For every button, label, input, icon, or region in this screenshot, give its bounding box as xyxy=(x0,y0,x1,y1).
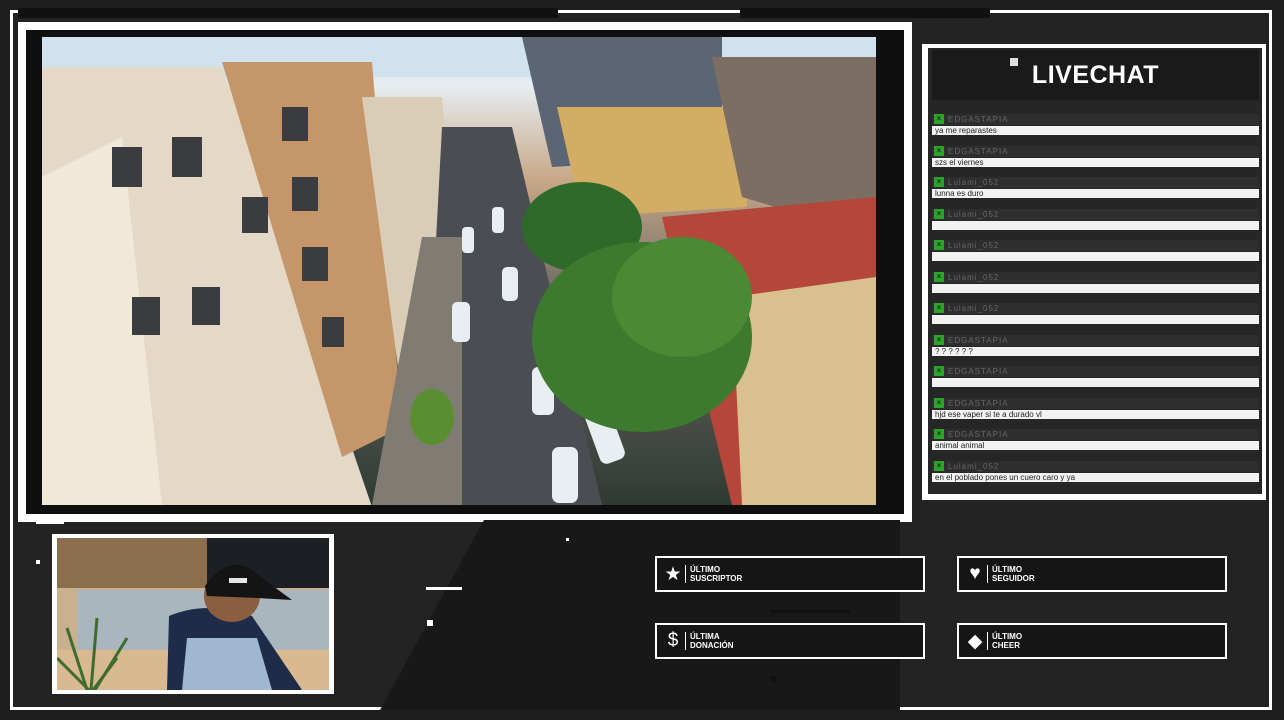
chat-message-list[interactable]: EDGASTAPIA × ya me reparastes EDGASTAPIA × sz… xyxy=(932,104,1259,492)
user-badge-icon: × xyxy=(934,366,944,376)
widget-label-line2: SUSCRIPTOR xyxy=(690,574,743,583)
chat-username[interactable]: EDGASTAPIA xyxy=(932,145,1259,157)
chat-username[interactable]: EDGASTAPIA xyxy=(932,114,1259,125)
chat-message: Lulami_052 × xyxy=(932,262,1259,294)
widget-separator xyxy=(685,565,686,583)
gameplay-video xyxy=(42,37,876,505)
user-badge-icon: × xyxy=(934,460,944,471)
decor-dot xyxy=(36,560,40,564)
user-badge-icon: × xyxy=(934,114,944,124)
chat-message: EDGASTAPIA × xyxy=(932,356,1259,388)
user-badge-icon: × xyxy=(934,397,944,408)
chat-message-text: lunna es duro xyxy=(932,189,1259,198)
chat-message-text xyxy=(932,283,1259,293)
chat-message-text xyxy=(932,315,1259,324)
user-badge-icon: × xyxy=(934,208,944,219)
chat-username[interactable]: Lulami_052 xyxy=(932,303,1259,314)
chat-message: Lulami_052 × en el poblado pones un cuero … xyxy=(932,451,1259,483)
chat-message: EDGASTAPIA × ya me reparastes xyxy=(932,104,1259,136)
chat-message: Lulami_052 × xyxy=(932,293,1259,325)
webcam-feed xyxy=(57,538,329,690)
streamer-webcam-image xyxy=(57,538,329,690)
chat-message: Lulami_052 × lunna es duro xyxy=(932,167,1259,199)
last-donation-widget: $ ÚLTIMA DONACIÓN xyxy=(655,623,925,659)
widget-label-line1: ÚLTIMO xyxy=(992,632,1023,641)
chat-username[interactable]: Lulami_052 xyxy=(932,271,1259,283)
chat-message: Lulami_052 × xyxy=(932,199,1259,231)
top-decor-bar xyxy=(740,8,990,18)
aerial-city-scene xyxy=(42,37,876,505)
widget-label-line2: SEGUIDOR xyxy=(992,574,1035,583)
decor-line xyxy=(426,587,462,590)
widget-label-line1: ÚLTIMO xyxy=(690,565,721,574)
chat-title: LIVECHAT xyxy=(1031,60,1160,89)
user-badge-icon: × xyxy=(934,240,944,250)
chat-message-text xyxy=(932,378,1259,387)
chat-username[interactable]: Lulami_052 xyxy=(932,460,1259,472)
chat-username[interactable]: EDGASTAPIA xyxy=(932,397,1259,409)
user-badge-icon: × xyxy=(934,145,944,156)
user-badge-icon: × xyxy=(934,271,944,282)
decor-dot xyxy=(427,620,433,626)
chat-message-text: szs el viernes xyxy=(932,157,1259,167)
chat-message-text: ya me reparastes xyxy=(932,126,1259,135)
chat-username[interactable]: Lulami_052 xyxy=(932,208,1259,220)
chat-message: Lulami_052 × xyxy=(932,230,1259,262)
decor-dot xyxy=(770,676,776,682)
top-decor-bar xyxy=(18,8,558,18)
chat-username[interactable]: Lulami_052 xyxy=(932,240,1259,251)
chat-message-text xyxy=(932,220,1259,230)
chat-message-text xyxy=(932,252,1259,261)
chat-header: LIVECHAT xyxy=(932,50,1259,100)
widget-separator xyxy=(987,565,988,583)
chat-username[interactable]: EDGASTAPIA xyxy=(932,429,1259,440)
chat-message: EDGASTAPIA × hjd ese vaper si te a durado … xyxy=(932,388,1259,420)
last-cheer-widget: ◆ ÚLTIMO CHEER xyxy=(957,623,1227,659)
last-follower-widget: ♥ ÚLTIMO SEGUIDOR xyxy=(957,556,1227,592)
chat-message-text: animal animal xyxy=(932,441,1259,450)
widget-label-line2: CHEER xyxy=(992,641,1021,650)
chat-username[interactable]: EDGASTAPIA xyxy=(932,334,1259,346)
decor-line xyxy=(36,522,64,524)
chat-message: EDGASTAPIA × szs el viernes xyxy=(932,136,1259,168)
widget-separator xyxy=(987,632,988,650)
last-subscriber-widget: ★ ÚLTIMO SUSCRIPTOR xyxy=(655,556,925,592)
decor-dot xyxy=(566,538,569,541)
widget-separator xyxy=(685,632,686,650)
widget-label-line2: DONACIÓN xyxy=(690,641,734,650)
chat-username[interactable]: EDGASTAPIA xyxy=(932,366,1259,377)
user-badge-icon: × xyxy=(934,177,944,187)
chat-message-text: ? ? ? ? ? ? xyxy=(932,346,1259,356)
user-badge-icon: × xyxy=(934,334,944,345)
user-badge-icon: × xyxy=(934,429,944,439)
chat-message: EDGASTAPIA ×? ? ? ? ? ? xyxy=(932,325,1259,357)
widget-label-line1: ÚLTIMA xyxy=(690,632,720,641)
chat-message-text: en el poblado pones un cuero caro y ya xyxy=(932,472,1259,482)
chat-message: EDGASTAPIA × animal animal xyxy=(932,419,1259,451)
chat-header-decor xyxy=(1010,58,1018,66)
decor-line xyxy=(770,610,850,613)
widget-label-line1: ÚLTIMO xyxy=(992,565,1023,574)
chat-username[interactable]: Lulami_052 xyxy=(932,177,1259,188)
chat-message-text: hjd ese vaper si te a durado vl xyxy=(932,409,1259,419)
user-badge-icon: × xyxy=(934,303,944,313)
